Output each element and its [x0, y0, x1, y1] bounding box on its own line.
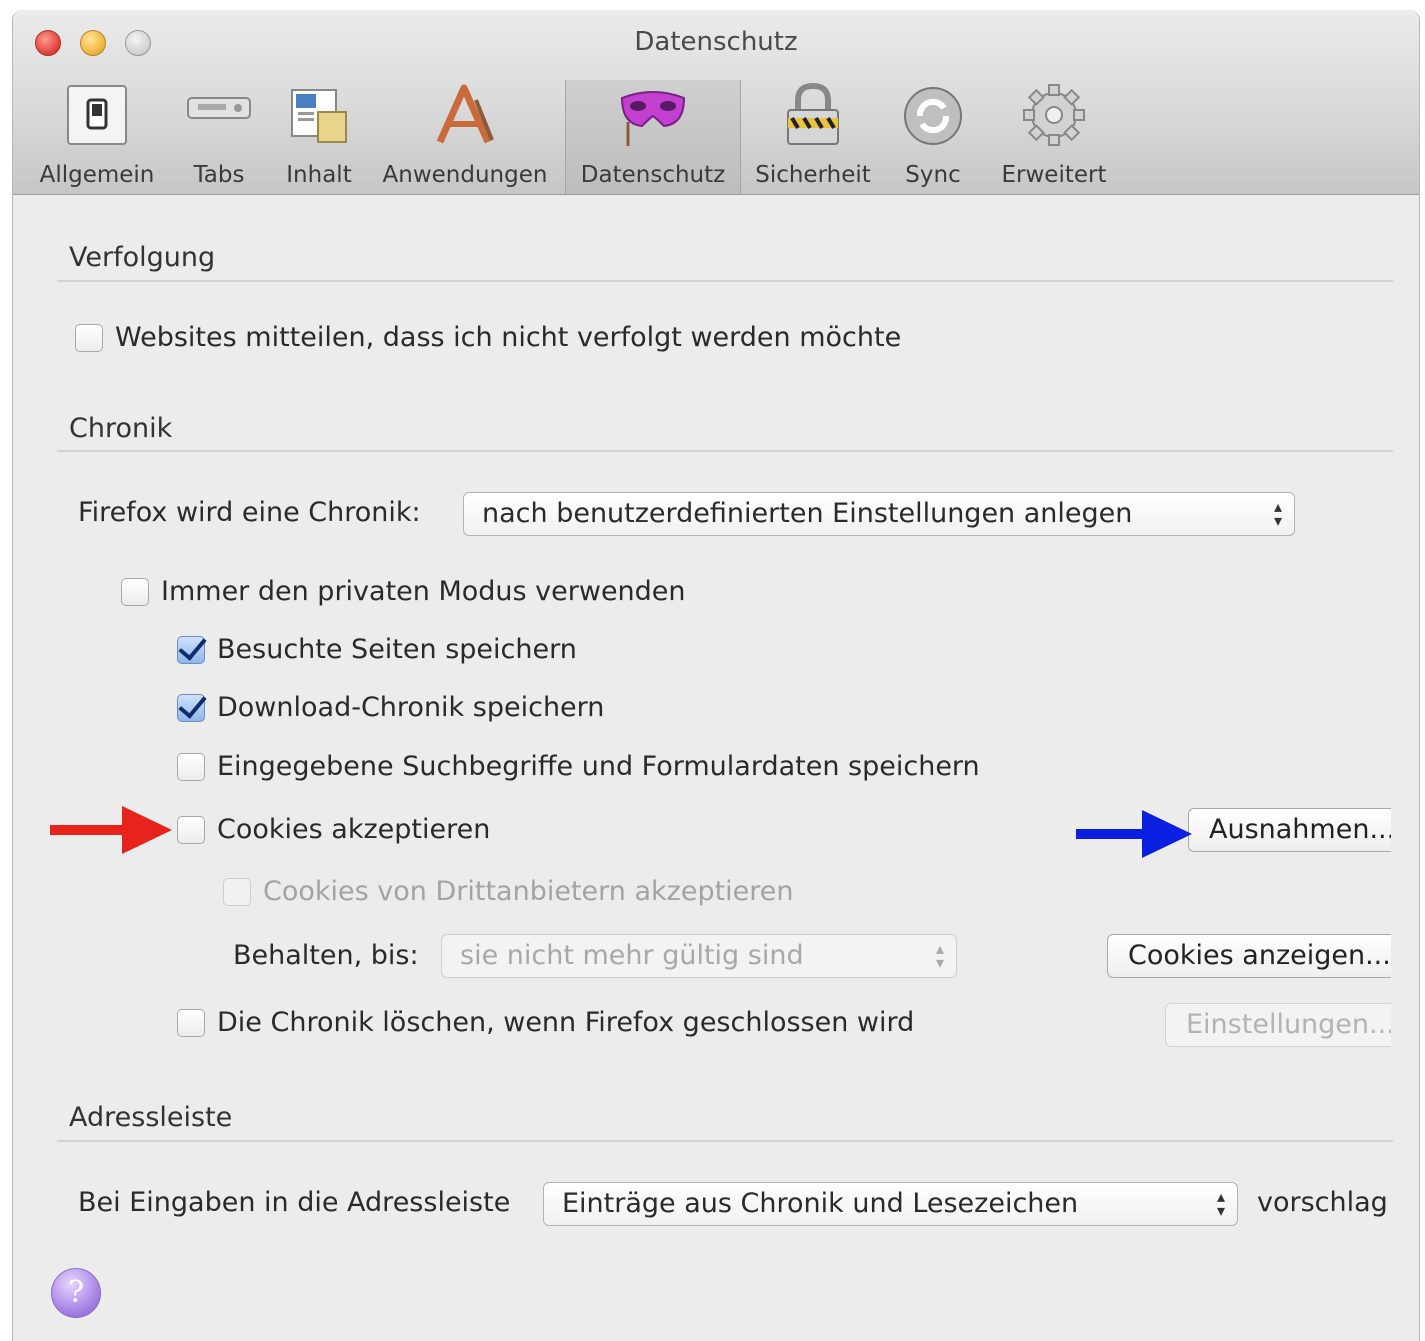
- history-mode-select[interactable]: nach benutzerdefinierten Einstellungen a…: [463, 492, 1295, 536]
- keep-until-label: Behalten, bis:: [233, 940, 419, 971]
- gear-icon: [1023, 84, 1085, 146]
- download-history-option[interactable]: Download-Chronik speichern: [177, 692, 604, 723]
- toolbar-label: Allgemein: [39, 162, 155, 188]
- applications-icon: [436, 84, 494, 144]
- toolbar-label: Sicherheit: [755, 162, 871, 188]
- window-title: Datenschutz: [634, 27, 798, 57]
- accept-cookies-option[interactable]: Cookies akzeptieren: [177, 814, 490, 845]
- toolbar-item-tabs[interactable]: Tabs: [179, 80, 259, 194]
- clear-on-close-label: Die Chronik löschen, wenn Firefox geschl…: [217, 1007, 915, 1038]
- help-button[interactable]: ?: [51, 1268, 101, 1318]
- updown-arrows-icon: ▴ ▾: [935, 939, 944, 972]
- blue-annotation-arrow-icon: [1076, 810, 1192, 858]
- section-divider: [57, 280, 1393, 282]
- visited-pages-label: Besuchte Seiten speichern: [217, 634, 577, 665]
- private-mode-label: Immer den privaten Modus verwenden: [161, 576, 686, 607]
- private-mode-option[interactable]: Immer den privaten Modus verwenden: [121, 576, 686, 607]
- exceptions-button[interactable]: Ausnahmen...: [1188, 808, 1391, 852]
- toolbar-item-sicherheit[interactable]: Sicherheit: [753, 80, 873, 194]
- sync-icon: [904, 87, 962, 145]
- padlock-icon: [787, 82, 839, 145]
- download-history-label: Download-Chronik speichern: [217, 692, 605, 723]
- clear-settings-button[interactable]: Einstellungen...: [1165, 1003, 1391, 1047]
- toolbar-item-sync[interactable]: Sync: [889, 80, 977, 194]
- general-switch-icon: [67, 85, 127, 145]
- updown-arrows-icon: ▴ ▾: [1273, 497, 1282, 530]
- toolbar-label: Datenschutz: [580, 162, 726, 188]
- accept-cookies-checkbox[interactable]: [177, 815, 205, 844]
- third-party-cookies-checkbox[interactable]: [223, 877, 251, 906]
- visited-pages-checkbox[interactable]: [177, 635, 205, 664]
- accept-cookies-label: Cookies akzeptieren: [217, 814, 491, 845]
- section-title-tracking: Verfolgung: [69, 242, 216, 273]
- updown-arrows-icon: ▴ ▾: [1216, 1187, 1225, 1220]
- address-bar-prefix-label: Bei Eingaben in die Adressleiste: [78, 1187, 511, 1218]
- search-form-label: Eingegebene Suchbegriffe und Formulardat…: [217, 751, 980, 782]
- do-not-track-label: Websites mitteilen, dass ich nicht verfo…: [115, 322, 902, 353]
- do-not-track-checkbox[interactable]: [75, 323, 103, 352]
- search-form-checkbox[interactable]: [177, 752, 205, 781]
- do-not-track-option[interactable]: Websites mitteilen, dass ich nicht verfo…: [75, 322, 901, 353]
- toolbar-item-allgemein[interactable]: Allgemein: [27, 80, 167, 194]
- tabs-icon: [187, 97, 251, 119]
- show-cookies-button[interactable]: Cookies anzeigen...: [1107, 934, 1391, 978]
- toolbar-item-erweitert[interactable]: Erweitert: [995, 80, 1113, 194]
- download-history-checkbox[interactable]: [177, 693, 205, 722]
- keep-until-value: sie nicht mehr gültig sind: [460, 940, 804, 971]
- toolbar-item-inhalt[interactable]: Inhalt: [275, 80, 363, 194]
- section-title-address-bar: Adressleiste: [69, 1102, 233, 1133]
- address-bar-suffix-label: vorschlag: [1257, 1187, 1388, 1218]
- search-form-option[interactable]: Eingegebene Suchbegriffe und Formulardat…: [177, 751, 980, 782]
- toolbar-label: Erweitert: [1001, 162, 1107, 188]
- toolbar-label: Sync: [905, 162, 961, 188]
- toolbar-label: Inhalt: [286, 162, 352, 188]
- third-party-cookies-label: Cookies von Drittanbietern akzeptieren: [263, 876, 794, 907]
- red-annotation-arrow-icon: [50, 806, 172, 854]
- section-title-history: Chronik: [69, 413, 173, 444]
- private-mode-checkbox[interactable]: [121, 577, 149, 606]
- content-icon: [291, 89, 347, 143]
- address-bar-suggest-value: Einträge aus Chronik und Lesezeichen: [562, 1188, 1079, 1219]
- history-mode-label: Firefox wird eine Chronik:: [78, 497, 421, 528]
- preferences-window: Datenschutz Allgemein Tabs Inhalt Anwend…: [12, 10, 1420, 1341]
- section-divider: [57, 450, 1393, 452]
- clear-on-close-checkbox[interactable]: [177, 1008, 205, 1037]
- toolbar-item-datenschutz[interactable]: Datenschutz: [565, 80, 741, 194]
- visited-pages-option[interactable]: Besuchte Seiten speichern: [177, 634, 577, 665]
- toolbar-label: Anwendungen: [382, 162, 548, 188]
- address-bar-suggest-select[interactable]: Einträge aus Chronik und Lesezeichen ▴ ▾: [543, 1182, 1238, 1226]
- toolbar-label: Tabs: [193, 162, 245, 188]
- section-divider: [57, 1140, 1393, 1142]
- privacy-mask-icon: [620, 91, 686, 146]
- keep-until-select[interactable]: sie nicht mehr gültig sind ▴ ▾: [441, 934, 957, 978]
- third-party-cookies-option[interactable]: Cookies von Drittanbietern akzeptieren: [223, 876, 794, 907]
- clear-on-close-option[interactable]: Die Chronik löschen, wenn Firefox geschl…: [177, 1007, 914, 1038]
- toolbar-item-anwendungen[interactable]: Anwendungen: [379, 80, 551, 194]
- title-bar: Datenschutz Allgemein Tabs Inhalt Anwend…: [13, 10, 1419, 195]
- history-mode-value: nach benutzerdefinierten Einstellungen a…: [482, 498, 1133, 529]
